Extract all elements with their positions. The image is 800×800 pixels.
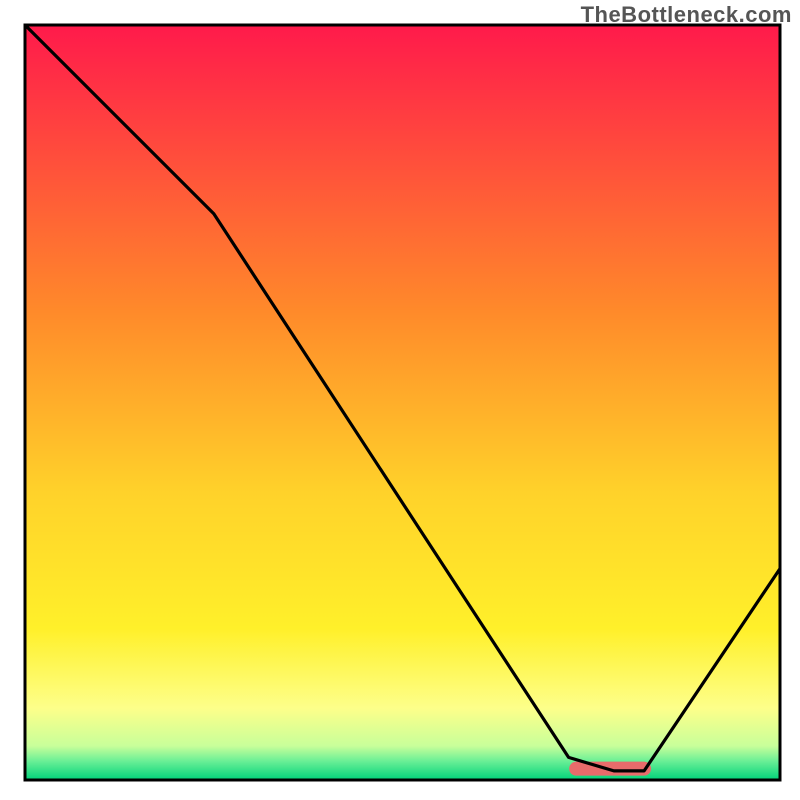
watermark-text: TheBottleneck.com [581, 2, 792, 28]
bottleneck-chart [0, 0, 800, 800]
